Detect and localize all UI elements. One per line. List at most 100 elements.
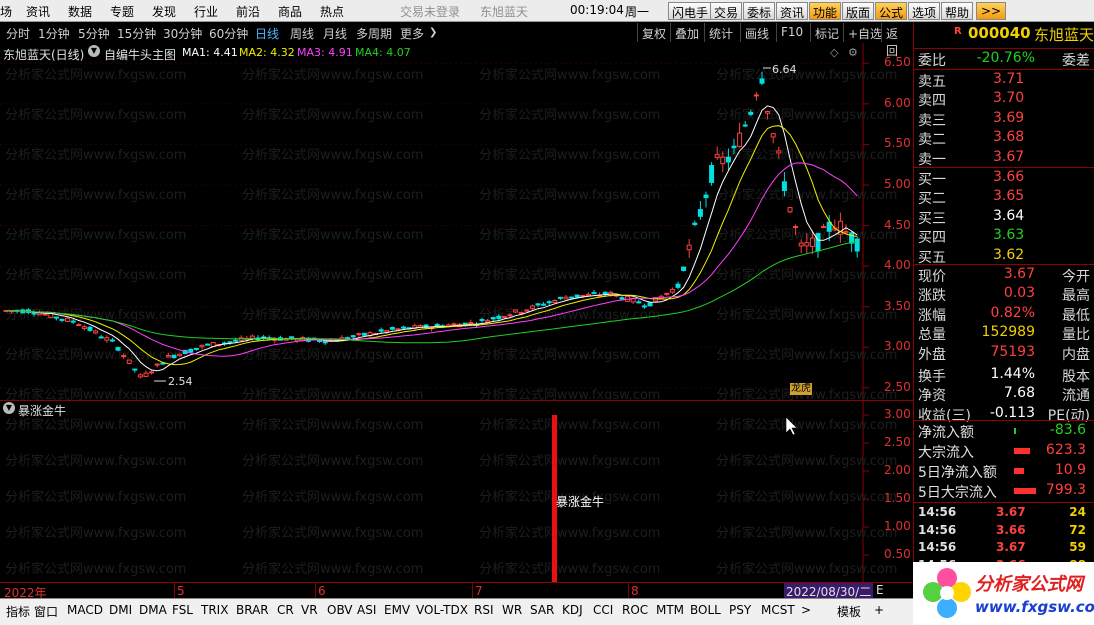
- tab-asi[interactable]: ASI: [357, 603, 376, 617]
- period-tab-weekly[interactable]: 周线: [290, 25, 314, 42]
- period-tab-timeshare[interactable]: 分时: [6, 25, 30, 42]
- candle-body: [317, 339, 323, 342]
- menu-item-chang[interactable]: 场: [0, 3, 12, 20]
- formula-name[interactable]: 自编牛头主图: [104, 46, 176, 63]
- period-tab-30min[interactable]: 30分钟: [163, 25, 202, 42]
- period-tab-multi[interactable]: 多周期: [356, 25, 392, 42]
- candle-body: [518, 311, 524, 314]
- statistics-button[interactable]: 统计: [704, 23, 737, 42]
- menu-item-discover[interactable]: 发现: [152, 3, 176, 20]
- tab-roc[interactable]: ROC: [622, 603, 648, 617]
- quote-panel: R 000040 东旭蓝天 委比 -20.76% 委差 卖五 3.71 卖四 3.70…: [913, 22, 1094, 625]
- tab-boll[interactable]: BOLL: [690, 603, 721, 617]
- adjust-button[interactable]: 复权: [637, 23, 670, 42]
- period-tab-15min[interactable]: 15分钟: [117, 25, 156, 42]
- tab-trix[interactable]: TRIX: [201, 603, 228, 617]
- ask-label: 卖一: [918, 151, 946, 168]
- period-tab-daily[interactable]: 日线: [255, 25, 279, 42]
- more-button[interactable]: >>: [976, 2, 1006, 20]
- tab-indicator[interactable]: 指标: [6, 603, 30, 620]
- stat-value: 0.82%: [990, 304, 1035, 321]
- tab-psy[interactable]: PSY: [729, 603, 751, 617]
- options-button[interactable]: 选项: [908, 2, 941, 20]
- layout-button[interactable]: 版面: [842, 2, 875, 20]
- trade-button[interactable]: 交易: [710, 2, 743, 20]
- bid-value: 3.64: [993, 207, 1025, 224]
- menu-item-hot[interactable]: 热点: [320, 3, 344, 20]
- tab-cr[interactable]: CR: [277, 603, 294, 617]
- main-chart-canvas[interactable]: 分析家公式网www.fxgsw.com 分析家公式网www.fxgsw.com 分析…: [0, 43, 913, 400]
- chevron-down-icon[interactable]: ▼: [88, 45, 100, 57]
- dragon-tiger-tag[interactable]: 龙虎: [790, 383, 812, 395]
- chevron-right-icon[interactable]: ❯: [429, 27, 437, 38]
- candle-body: [93, 330, 99, 334]
- chevron-down-icon[interactable]: ▼: [3, 402, 15, 414]
- tab-more-arrow[interactable]: >: [801, 603, 811, 617]
- candle-body: [42, 313, 48, 316]
- overlay-button[interactable]: 叠加: [670, 23, 703, 42]
- help-button[interactable]: 帮助: [941, 2, 974, 20]
- add-favorite-button[interactable]: +自选: [843, 23, 886, 42]
- time-axis-label: 8: [631, 584, 639, 598]
- ask-label: 卖二: [918, 132, 946, 149]
- tab-wr[interactable]: WR: [502, 603, 522, 617]
- menu-item-industry[interactable]: 行业: [194, 3, 218, 20]
- menu-item-topic[interactable]: 专题: [110, 3, 134, 20]
- indicator-chart[interactable]: 分析家公式网www.fxgsw.com 分析家公式网www.fxgsw.com 分析…: [0, 400, 913, 583]
- tab-sar[interactable]: SAR: [530, 603, 554, 617]
- news-button[interactable]: 资讯: [776, 2, 809, 20]
- menu-item-frontier[interactable]: 前沿: [236, 3, 260, 20]
- tab-rsi[interactable]: RSI: [474, 603, 494, 617]
- main-chart[interactable]: 分析家公式网www.fxgsw.com 分析家公式网www.fxgsw.com 分析…: [0, 43, 913, 400]
- tab-window[interactable]: 窗口: [34, 603, 58, 620]
- flash-trade-button[interactable]: 闪电手: [668, 2, 713, 20]
- tab-mtm[interactable]: MTM: [656, 603, 684, 617]
- tab-brar[interactable]: BRAR: [236, 603, 269, 617]
- tab-mcst[interactable]: MCST: [761, 603, 795, 617]
- indicator-title[interactable]: 暴涨金牛: [18, 402, 66, 419]
- period-tab-more[interactable]: 更多: [400, 25, 424, 42]
- function-button[interactable]: 功能: [809, 2, 842, 20]
- indicator-chart-canvas[interactable]: 分析家公式网www.fxgsw.com 分析家公式网www.fxgsw.com 分析…: [0, 401, 913, 583]
- tab-emv[interactable]: EMV: [384, 603, 410, 617]
- candle-body: [104, 337, 110, 341]
- tab-vol-tdx[interactable]: VOL-TDX: [416, 603, 468, 617]
- stock-name: 东旭蓝天: [1034, 26, 1094, 44]
- template-button[interactable]: 模板: [837, 603, 861, 620]
- back-button[interactable]: 返回: [881, 23, 913, 58]
- tab-kdj[interactable]: KDJ: [562, 603, 583, 617]
- tab-macd[interactable]: MACD: [67, 603, 103, 617]
- settings-icon[interactable]: ⚙: [848, 46, 858, 59]
- bid-value: 3.65: [993, 188, 1025, 205]
- menu-item-data[interactable]: 数据: [68, 3, 92, 20]
- y-tick-label: 6.50: [884, 55, 911, 70]
- tab-cci[interactable]: CCI: [593, 603, 613, 617]
- draw-button[interactable]: 画线: [740, 23, 773, 42]
- menu-item-news[interactable]: 资讯: [26, 3, 50, 20]
- menu-item-commodity[interactable]: 商品: [278, 3, 302, 20]
- login-status[interactable]: 交易未登录: [400, 3, 460, 20]
- flow-row: 5日净流入额 10.9: [918, 462, 1094, 481]
- candle-body: [165, 355, 171, 358]
- tab-dma[interactable]: DMA: [139, 603, 167, 617]
- candle-body: [541, 303, 547, 306]
- f10-button[interactable]: F10: [776, 23, 807, 42]
- formula-button[interactable]: 公式: [875, 2, 908, 20]
- tab-fsl[interactable]: FSL: [172, 603, 193, 617]
- period-tab-60min[interactable]: 60分钟: [209, 25, 248, 42]
- candle-body: [98, 336, 104, 339]
- watermark-text: 分析家公式网www.fxgsw.com: [5, 107, 186, 123]
- stat-right-label: 最低: [1062, 307, 1090, 324]
- period-tab-5min[interactable]: 5分钟: [78, 25, 110, 42]
- order-mark-button[interactable]: 委标: [743, 2, 776, 20]
- y-tick-label: 6.00: [884, 95, 911, 110]
- flow-value: -83.6: [1049, 422, 1086, 438]
- mark-button[interactable]: 标记: [810, 23, 843, 42]
- tab-obv[interactable]: OBV: [327, 603, 353, 617]
- tab-dmi[interactable]: DMI: [109, 603, 132, 617]
- add-indicator-button[interactable]: +: [874, 603, 884, 617]
- period-tab-1min[interactable]: 1分钟: [38, 25, 70, 42]
- tab-vr[interactable]: VR: [301, 603, 318, 617]
- diamond-icon[interactable]: ◇: [830, 46, 838, 59]
- period-tab-monthly[interactable]: 月线: [323, 25, 347, 42]
